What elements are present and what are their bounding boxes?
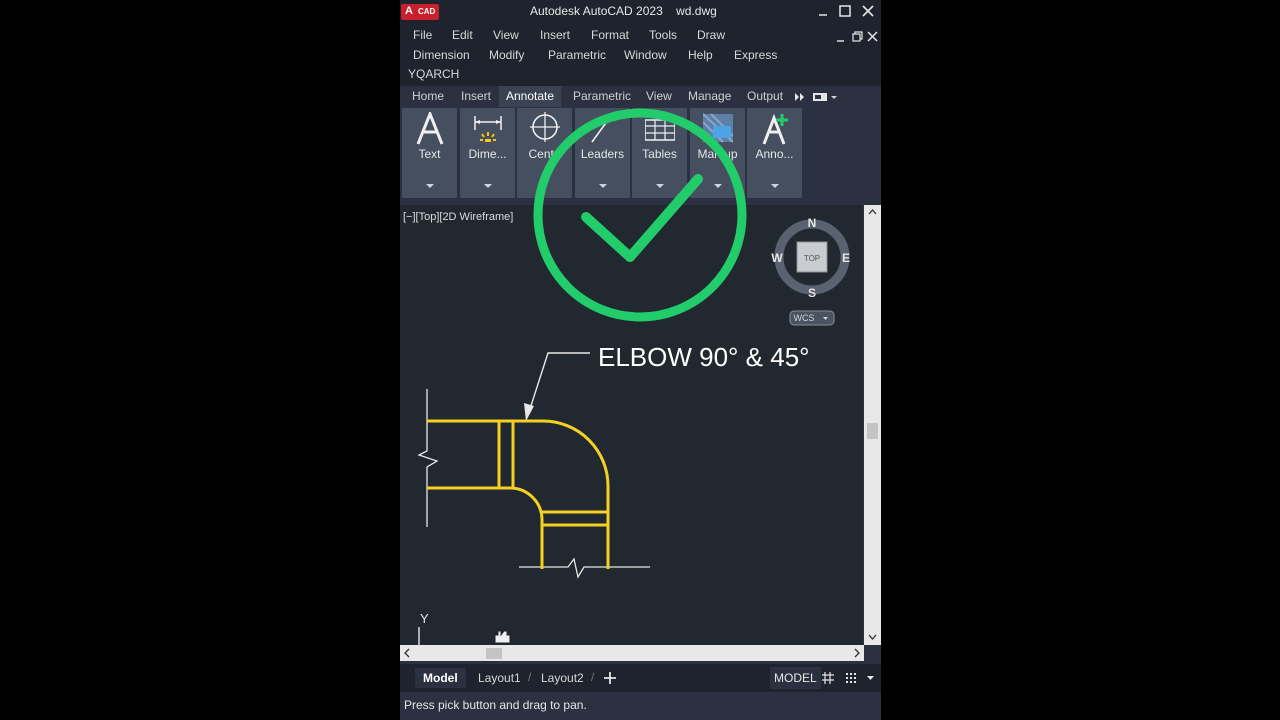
close-button[interactable] [859, 2, 877, 20]
menu-bar: File Edit View Insert Format Tools Draw … [400, 24, 881, 86]
dropdown-arrow-icon[interactable] [426, 184, 434, 188]
doc-restore-icon [852, 33, 861, 42]
app-menu-button[interactable]: A CAD [401, 4, 439, 20]
menu-view[interactable]: View [493, 28, 519, 42]
doc-close-icon [867, 31, 878, 42]
elbow-fitting [427, 419, 610, 569]
tab-model[interactable]: Model [415, 668, 466, 688]
tab-annotate[interactable]: Annotate [499, 86, 562, 107]
plus-icon [604, 672, 616, 684]
ribbon-more-controls[interactable] [793, 90, 841, 104]
menu-insert[interactable]: Insert [540, 28, 570, 42]
drawing-viewport[interactable]: [−][Top][2D Wireframe] TOP N S E W WCS E… [400, 108, 863, 645]
tab-manage[interactable]: Manage [681, 86, 738, 107]
menu-dimension[interactable]: Dimension [413, 48, 470, 62]
scroll-thumb-horizontal [486, 648, 502, 659]
horizontal-scrollbar[interactable] [400, 645, 864, 661]
double-chevron-right-icon [795, 93, 804, 101]
ribbon-button-label: Anno... [755, 147, 794, 161]
elbow-annotation-text: ELBOW 90° & 45° [598, 342, 810, 372]
command-status-bar: Press pick button and drag to pan. [400, 692, 881, 720]
tab-parametric[interactable]: Parametric [566, 86, 638, 107]
snap-icon [846, 673, 856, 683]
ribbon-button-text[interactable]: Text [402, 108, 457, 198]
document-window-controls [837, 31, 878, 42]
menu-express[interactable]: Express [734, 48, 777, 62]
layout-tab-bar: Model Layout1 / Layout2 / MODEL [400, 664, 881, 692]
scroll-up-icon [868, 209, 877, 215]
title-bar: A CAD Autodesk AutoCAD 2023 wd.dwg [400, 0, 881, 24]
minimize-icon [819, 14, 827, 16]
chevron-down-icon [831, 96, 837, 99]
maximize-button[interactable] [836, 2, 854, 20]
elbow-inner-edge [427, 486, 544, 569]
menu-yqarch[interactable]: YQARCH [408, 67, 459, 81]
tab-layout1[interactable]: Layout1 [470, 668, 529, 688]
menu-parametric[interactable]: Parametric [548, 48, 606, 62]
scroll-right-icon [854, 648, 860, 658]
command-prompt-text: Press pick button and drag to pan. [404, 698, 587, 712]
menu-window[interactable]: Window [624, 48, 667, 62]
tab-separator: / [528, 670, 532, 684]
window-title: Autodesk AutoCAD 2023 wd.dwg [530, 4, 717, 18]
tab-view[interactable]: View [639, 86, 679, 107]
app-badge-text: CAD [418, 7, 436, 16]
elbow-outer-edge [427, 419, 610, 569]
tab-layout2[interactable]: Layout2 [533, 668, 592, 688]
dropdown-arrow-icon[interactable] [484, 184, 492, 188]
scroll-left-icon [404, 648, 410, 658]
menu-tools[interactable]: Tools [649, 28, 677, 42]
tab-output[interactable]: Output [740, 86, 790, 107]
break-line-left [417, 389, 439, 527]
annotation-scale-icon [762, 113, 788, 145]
maximize-icon [839, 5, 851, 17]
chevron-down-icon [867, 676, 874, 680]
close-icon [862, 5, 874, 17]
menu-format[interactable]: Format [591, 28, 629, 42]
menu-modify[interactable]: Modify [489, 48, 524, 62]
text-icon [416, 112, 444, 145]
pan-hand-cursor-icon [494, 630, 511, 644]
tab-separator: / [591, 670, 595, 684]
ribbon-button-label: Text [418, 147, 441, 161]
ribbon-button-annotation-scaling[interactable]: Anno... [747, 108, 802, 198]
menu-draw[interactable]: Draw [697, 28, 725, 42]
break-line-bottom [519, 557, 650, 579]
grid-icon [822, 672, 834, 684]
menu-file[interactable]: File [413, 28, 432, 42]
dimension-icon [474, 116, 502, 142]
model-space-toggle[interactable]: MODEL [770, 667, 821, 689]
elbow-vertical-joint [542, 510, 608, 527]
scroll-down-icon [868, 634, 877, 640]
elbow-horizontal-joint [497, 421, 515, 488]
vertical-scrollbar[interactable] [864, 205, 881, 645]
app-badge-letter: A [405, 5, 413, 17]
checkmark-overlay-icon [533, 108, 747, 322]
add-layout-button[interactable] [603, 671, 617, 685]
scroll-thumb-vertical [867, 423, 878, 439]
leader-line [527, 352, 590, 416]
ribbon-button-dimension[interactable]: Dime... [460, 108, 515, 198]
minimize-button[interactable] [814, 2, 832, 20]
menu-help[interactable]: Help [688, 48, 713, 62]
ribbon-tabs: Home Insert Annotate Parametric View Man… [400, 86, 881, 107]
ribbon-button-label: Dime... [468, 147, 507, 161]
tab-insert[interactable]: Insert [454, 86, 498, 107]
menu-edit[interactable]: Edit [452, 28, 473, 42]
status-tools[interactable] [821, 671, 879, 685]
tab-home[interactable]: Home [405, 86, 451, 107]
leader-arrowhead [524, 403, 534, 421]
ucs-y-label: Y [420, 611, 429, 626]
dropdown-arrow-icon[interactable] [771, 184, 779, 188]
autocad-window: A CAD Autodesk AutoCAD 2023 wd.dwg File … [400, 0, 881, 720]
